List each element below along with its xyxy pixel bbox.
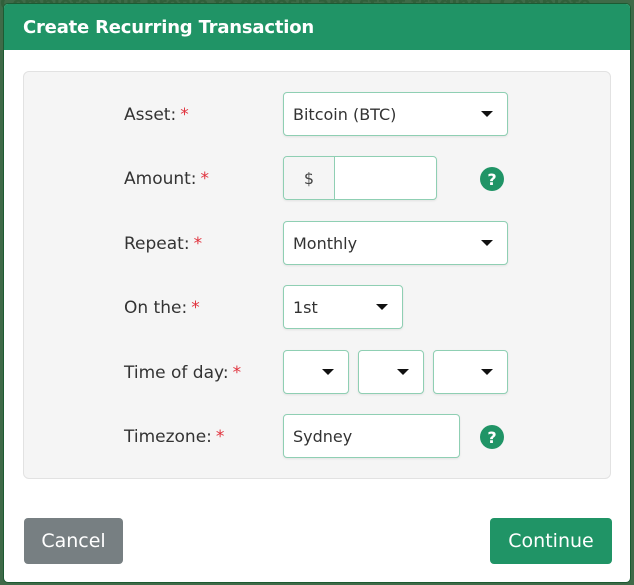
timezone-help-icon[interactable]: ? [480, 425, 504, 449]
repeat-row: Repeat: * Monthly [24, 221, 610, 267]
caret-down-icon [376, 304, 388, 310]
caret-down-icon [481, 369, 493, 375]
repeat-select-value: Monthly [293, 233, 358, 253]
amount-input-group: $ [283, 156, 437, 200]
repeat-select[interactable]: Monthly [283, 221, 508, 265]
asset-row: Asset: * Bitcoin (BTC) [24, 92, 610, 138]
asset-label-text: Asset: [124, 105, 177, 125]
on-the-row: On the: * 1st [24, 285, 610, 331]
timezone-label: Timezone: * [124, 427, 224, 447]
timezone-input[interactable]: Sydney [283, 414, 460, 458]
form-panel: Asset: * Bitcoin (BTC) Amount: * $ ? Repea… [23, 71, 611, 479]
currency-prefix: $ [284, 157, 335, 199]
required-asterisk: * [200, 169, 210, 189]
required-asterisk: * [191, 298, 200, 318]
time-of-day-label: Time of day: * [124, 363, 241, 383]
asset-select[interactable]: Bitcoin (BTC) [283, 92, 508, 136]
hour-select[interactable] [283, 350, 349, 394]
on-the-label-text: On the: [124, 298, 188, 318]
amount-label-text: Amount: [124, 169, 197, 189]
caret-down-icon [397, 369, 409, 375]
asset-select-value: Bitcoin (BTC) [293, 104, 397, 124]
caret-down-icon [322, 369, 334, 375]
caret-down-icon [481, 240, 493, 246]
time-of-day-row: Time of day: * [24, 350, 610, 396]
minute-select[interactable] [358, 350, 424, 394]
asset-label: Asset: * [124, 105, 189, 125]
timezone-label-text: Timezone: [124, 427, 212, 447]
ampm-select[interactable] [433, 350, 508, 394]
repeat-label: Repeat: * [124, 234, 202, 254]
day-of-month-select[interactable]: 1st [283, 285, 403, 329]
required-asterisk: * [215, 427, 225, 447]
continue-button[interactable]: Continue [490, 518, 612, 564]
amount-help-icon[interactable]: ? [480, 167, 504, 191]
required-asterisk: * [232, 363, 242, 383]
day-of-month-value: 1st [293, 297, 318, 317]
required-asterisk: * [193, 234, 203, 254]
on-the-label: On the: * [124, 298, 200, 318]
dialog-title: Create Recurring Transaction [23, 16, 314, 38]
repeat-label-text: Repeat: [124, 234, 190, 254]
amount-row: Amount: * $ ? [24, 156, 610, 202]
timezone-row: Timezone: * Sydney ? [24, 414, 610, 460]
timezone-value: Sydney [293, 426, 353, 446]
required-asterisk: * [180, 105, 189, 125]
cancel-button[interactable]: Cancel [24, 518, 123, 564]
recurring-transaction-dialog: Create Recurring Transaction Asset: * Bit… [3, 3, 631, 583]
time-of-day-label-text: Time of day: [124, 363, 229, 383]
amount-label: Amount: * [124, 169, 209, 189]
dialog-header: Create Recurring Transaction [4, 4, 630, 50]
amount-input[interactable] [335, 157, 436, 199]
caret-down-icon [481, 111, 493, 117]
